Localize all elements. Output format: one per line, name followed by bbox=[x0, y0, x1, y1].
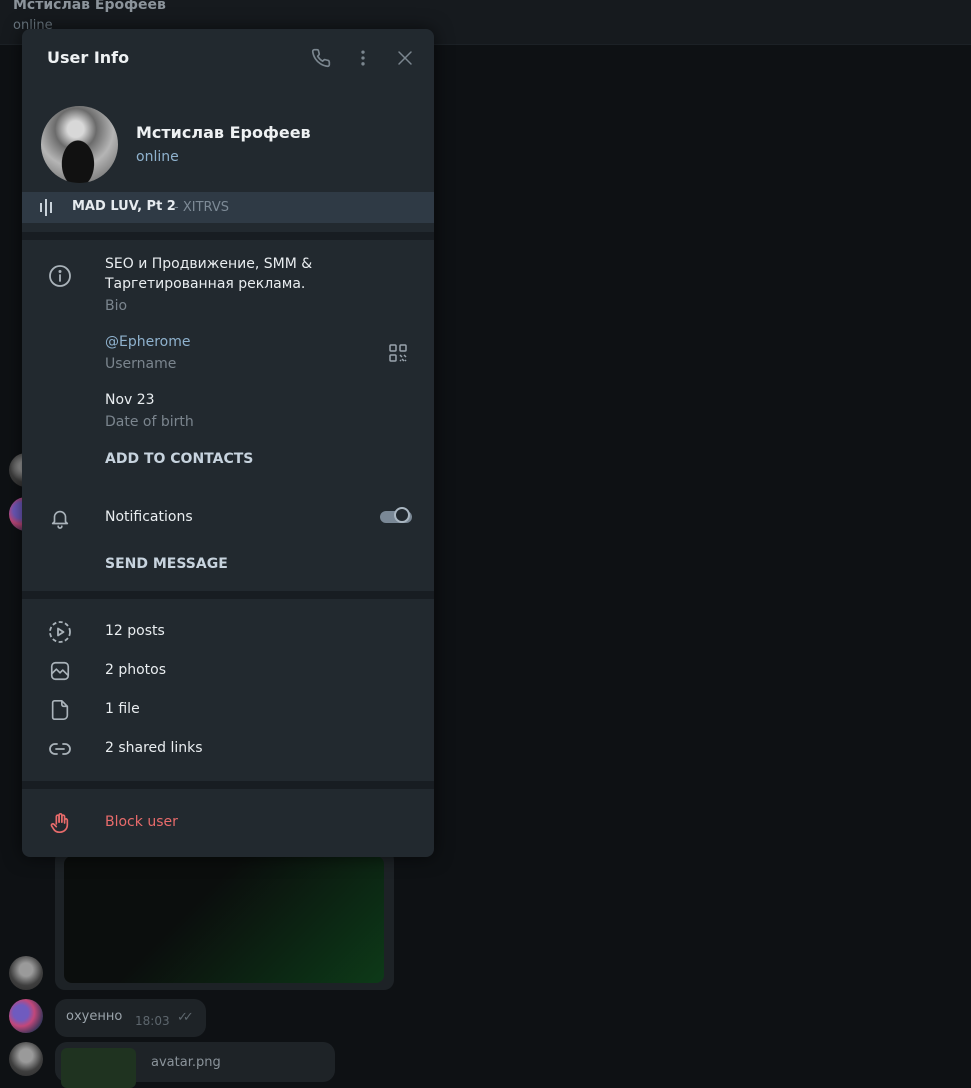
more-vertical-icon[interactable] bbox=[352, 47, 374, 69]
panel-title: User Info bbox=[47, 48, 130, 67]
media-label: 12 posts bbox=[105, 623, 165, 639]
message-text: охуенно bbox=[66, 1009, 123, 1024]
audio-bars-icon bbox=[40, 199, 52, 216]
birthday-label: Date of birth bbox=[105, 414, 194, 430]
video-thumbnail bbox=[64, 856, 384, 983]
profile-avatar[interactable] bbox=[41, 106, 118, 183]
media-label: 2 shared links bbox=[105, 740, 203, 756]
birthday-value: Nov 23 bbox=[105, 392, 155, 408]
section-divider bbox=[22, 232, 434, 240]
posts-icon bbox=[48, 620, 72, 644]
username-value[interactable]: @Epherome bbox=[105, 334, 190, 350]
avatar[interactable] bbox=[9, 956, 43, 990]
send-message-button[interactable]: SEND MESSAGE bbox=[105, 556, 228, 572]
read-check-icon: ✓✓ bbox=[177, 1010, 194, 1025]
music-title: MAD LUV, Pt 2 bbox=[72, 199, 176, 214]
user-info-panel: User Info Мстислав Ерофеев online MAD LU… bbox=[22, 29, 434, 857]
block-user-label: Block user bbox=[105, 814, 178, 830]
media-label: 2 photos bbox=[105, 662, 167, 678]
panel-header: User Info bbox=[22, 29, 434, 89]
photos-icon bbox=[48, 659, 72, 683]
avatar[interactable] bbox=[9, 1042, 43, 1076]
bio-label: Bio bbox=[105, 298, 128, 314]
video-message[interactable] bbox=[55, 850, 394, 990]
file-thumbnail bbox=[61, 1048, 136, 1088]
profile-music[interactable]: MAD LUV, Pt 2 - XITRVS bbox=[22, 192, 434, 223]
music-artist: - XITRVS bbox=[174, 200, 229, 215]
file-name: avatar.png bbox=[151, 1055, 221, 1070]
bio-line-2: Таргетированная реклама. bbox=[105, 276, 306, 292]
file-icon bbox=[48, 698, 72, 722]
hand-stop-icon bbox=[48, 811, 72, 835]
bio-line-1: SEO и Продвижение, SMM & bbox=[105, 256, 313, 272]
bell-icon bbox=[48, 506, 72, 530]
section-divider bbox=[22, 591, 434, 599]
notifications-label: Notifications bbox=[105, 509, 193, 525]
link-icon bbox=[48, 737, 72, 761]
chat-title: Мстислав Ерофеев bbox=[13, 0, 166, 13]
qr-code-icon[interactable] bbox=[388, 343, 410, 365]
phone-icon[interactable] bbox=[310, 47, 332, 69]
username-label: Username bbox=[105, 356, 177, 372]
notifications-toggle[interactable] bbox=[380, 507, 412, 525]
message-bubble[interactable]: охуенно 18:03 ✓✓ bbox=[55, 999, 206, 1037]
profile-status: online bbox=[136, 149, 179, 165]
message-time: 18:03 bbox=[135, 1014, 170, 1028]
add-to-contacts-button[interactable]: ADD TO CONTACTS bbox=[105, 451, 253, 467]
media-label: 1 file bbox=[105, 701, 140, 717]
section-divider bbox=[22, 781, 434, 789]
avatar[interactable] bbox=[9, 999, 43, 1033]
info-icon bbox=[48, 264, 72, 288]
close-icon[interactable] bbox=[394, 47, 416, 69]
profile-name: Мстислав Ерофеев bbox=[136, 123, 311, 142]
toggle-knob bbox=[394, 507, 410, 523]
file-message[interactable]: avatar.png bbox=[55, 1042, 335, 1088]
